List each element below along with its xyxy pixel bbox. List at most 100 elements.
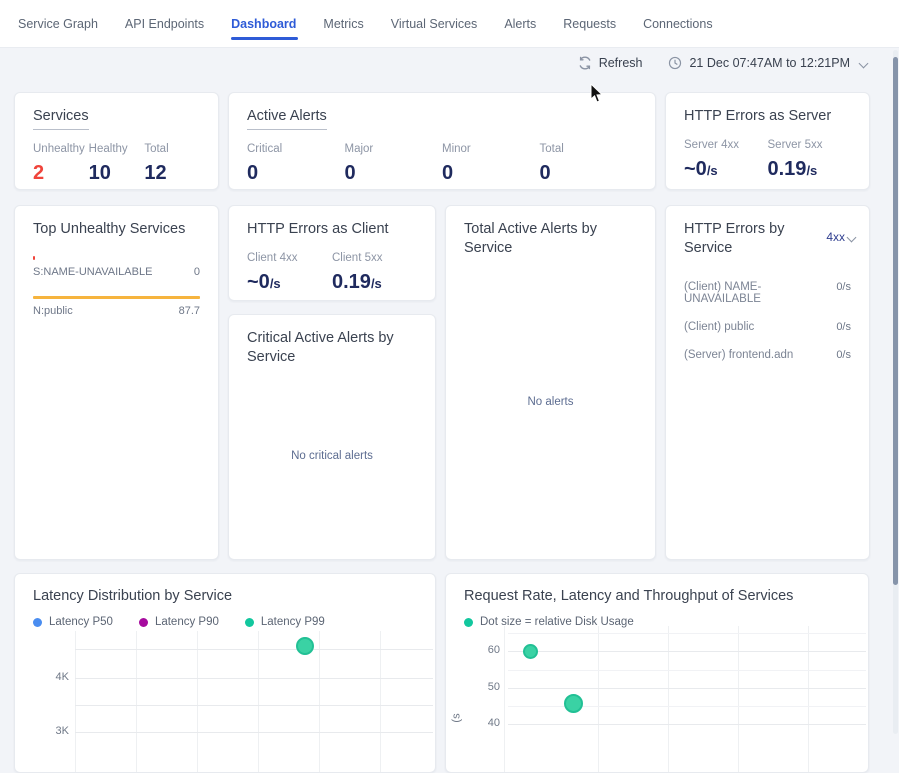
legend-dot-magenta <box>139 618 148 627</box>
tab-metrics[interactable]: Metrics <box>323 0 363 48</box>
http-errors-by-service-title: HTTP Errors by Service <box>684 220 804 258</box>
tab-alerts[interactable]: Alerts <box>504 0 536 48</box>
y-axis-tick: 60 <box>470 644 500 656</box>
tab-requests[interactable]: Requests <box>563 0 616 48</box>
error-service-row[interactable]: (Server) frontend.adn 0/s <box>684 344 851 367</box>
scatter-point-p99[interactable] <box>296 637 314 655</box>
refresh-button[interactable]: Refresh <box>578 56 643 70</box>
top-navigation: Service Graph API Endpoints Dashboard Me… <box>0 0 899 48</box>
y-axis-tick: 50 <box>470 681 500 693</box>
stat-server-4xx: Server 4xx ~0/s <box>684 139 768 181</box>
latency-distribution-chart-card: Latency Distribution by Service Latency … <box>14 573 436 773</box>
scrollbar-track[interactable] <box>893 50 898 734</box>
gridline <box>504 626 505 773</box>
http-errors-by-service-card: HTTP Errors by Service 4xx (Client) NAME… <box>665 205 870 560</box>
gridline <box>738 626 739 773</box>
error-service-row[interactable]: (Client) NAME-UNAVAILABLE 0/s <box>684 276 851 311</box>
latency-chart-legend: Latency P50 Latency P90 Latency P99 <box>33 616 435 628</box>
stat-minor: Minor 0 <box>442 143 540 185</box>
unhealthy-service-row[interactable]: N:public 87.7 <box>33 295 200 317</box>
services-card-title: Services <box>33 107 200 130</box>
service-value: 87.7 <box>179 305 200 317</box>
clock-icon <box>668 56 682 70</box>
stat-unhealthy: Unhealthy 2 <box>33 143 89 185</box>
legend-item-p99[interactable]: Latency P99 <box>245 616 325 628</box>
stat-major: Major 0 <box>345 143 443 185</box>
gridline <box>258 631 259 773</box>
gridline <box>508 706 866 707</box>
legend-dot-teal <box>245 618 254 627</box>
top-unhealthy-title: Top Unhealthy Services <box>33 220 200 239</box>
dashboard-toolbar: Refresh 21 Dec 07:47AM to 12:21PM <box>578 56 867 70</box>
chevron-down-icon <box>847 231 855 239</box>
gridline <box>75 678 433 679</box>
http-errors-client-card: HTTP Errors as Client Client 4xx ~0/s Cl… <box>228 205 436 301</box>
critical-alerts-title: Critical Active Alerts by Service <box>247 329 417 367</box>
tab-dashboard[interactable]: Dashboard <box>231 0 296 48</box>
y-axis-tick: 3K <box>35 725 69 737</box>
legend-item-p90[interactable]: Latency P90 <box>139 616 219 628</box>
tab-connections[interactable]: Connections <box>643 0 713 48</box>
time-range-selector[interactable]: 21 Dec 07:47AM to 12:21PM <box>668 56 867 70</box>
service-health-bar <box>33 296 200 299</box>
request-rate-chart-card: Request Rate, Latency and Throughput of … <box>445 573 869 773</box>
error-service-row[interactable]: (Client) public 0/s <box>684 316 851 339</box>
legend-dot-teal <box>464 618 473 627</box>
gridline <box>75 631 76 773</box>
tab-api-endpoints[interactable]: API Endpoints <box>125 0 204 48</box>
tab-virtual-services[interactable]: Virtual Services <box>391 0 478 48</box>
active-alerts-card-title: Active Alerts <box>247 107 637 130</box>
refresh-label: Refresh <box>599 56 643 70</box>
gridline <box>508 633 866 634</box>
gridline <box>508 688 866 689</box>
time-range-value: 21 Dec 07:47AM to 12:21PM <box>689 56 850 70</box>
stat-unhealthy-value: 2 <box>33 162 89 185</box>
stat-client-5xx: Client 5xx 0.19/s <box>332 252 417 294</box>
error-service-rate: 0/s <box>836 349 851 361</box>
gridline <box>808 626 809 773</box>
gridline <box>508 651 866 652</box>
stat-healthy-value: 10 <box>89 162 145 185</box>
stat-server-5xx: Server 5xx 0.19/s <box>768 139 852 181</box>
refresh-icon <box>578 56 592 70</box>
total-alerts-card: Total Active Alerts by Service No alerts <box>445 205 656 560</box>
stat-total-services-value: 12 <box>144 162 200 185</box>
bubble-point[interactable] <box>564 694 583 713</box>
http-errors-server-title: HTTP Errors as Server <box>684 107 851 126</box>
empty-state-text: No alerts <box>527 396 573 408</box>
gridline <box>668 626 669 773</box>
request-rate-chart-title: Request Rate, Latency and Throughput of … <box>464 588 850 604</box>
unhealthy-service-row[interactable]: S:NAME-UNAVAILABLE 0 <box>33 256 200 278</box>
error-service-name: (Client) NAME-UNAVAILABLE <box>684 281 836 305</box>
error-service-rate: 0/s <box>836 281 851 305</box>
error-service-name: (Client) public <box>684 321 754 333</box>
chevron-down-icon <box>859 57 867 65</box>
gridline <box>508 670 866 671</box>
http-errors-server-card: HTTP Errors as Server Server 4xx ~0/s Se… <box>665 92 870 190</box>
error-service-rate: 0/s <box>836 321 851 333</box>
gridline <box>75 649 433 650</box>
total-alerts-title: Total Active Alerts by Service <box>464 220 637 258</box>
scrollbar-thumb[interactable] <box>893 57 898 585</box>
active-alerts-card: Active Alerts Critical 0 Major 0 Minor 0… <box>228 92 656 190</box>
empty-state-text: No critical alerts <box>291 450 373 462</box>
stat-total-services: Total 12 <box>144 143 200 185</box>
stat-healthy: Healthy 10 <box>89 143 145 185</box>
http-errors-client-title: HTTP Errors as Client <box>247 220 417 239</box>
top-unhealthy-services-card: Top Unhealthy Services S:NAME-UNAVAILABL… <box>14 205 219 560</box>
service-name: S:NAME-UNAVAILABLE <box>33 266 152 278</box>
legend-item-p50[interactable]: Latency P50 <box>33 616 113 628</box>
gridline <box>75 705 433 706</box>
error-type-dropdown[interactable]: 4xx <box>826 230 855 244</box>
stat-client-4xx: Client 4xx ~0/s <box>247 252 332 294</box>
legend-item-disk-usage[interactable]: Dot size = relative Disk Usage <box>464 616 634 628</box>
service-value: 0 <box>194 266 200 278</box>
gridline <box>75 732 433 733</box>
services-card: Services Unhealthy 2 Healthy 10 Total 12 <box>14 92 219 190</box>
gridline <box>508 724 866 725</box>
stat-total-alerts: Total 0 <box>540 143 638 185</box>
error-service-name: (Server) frontend.adn <box>684 349 793 361</box>
tab-service-graph[interactable]: Service Graph <box>18 0 98 48</box>
bubble-point[interactable] <box>523 644 538 659</box>
service-name: N:public <box>33 305 73 317</box>
